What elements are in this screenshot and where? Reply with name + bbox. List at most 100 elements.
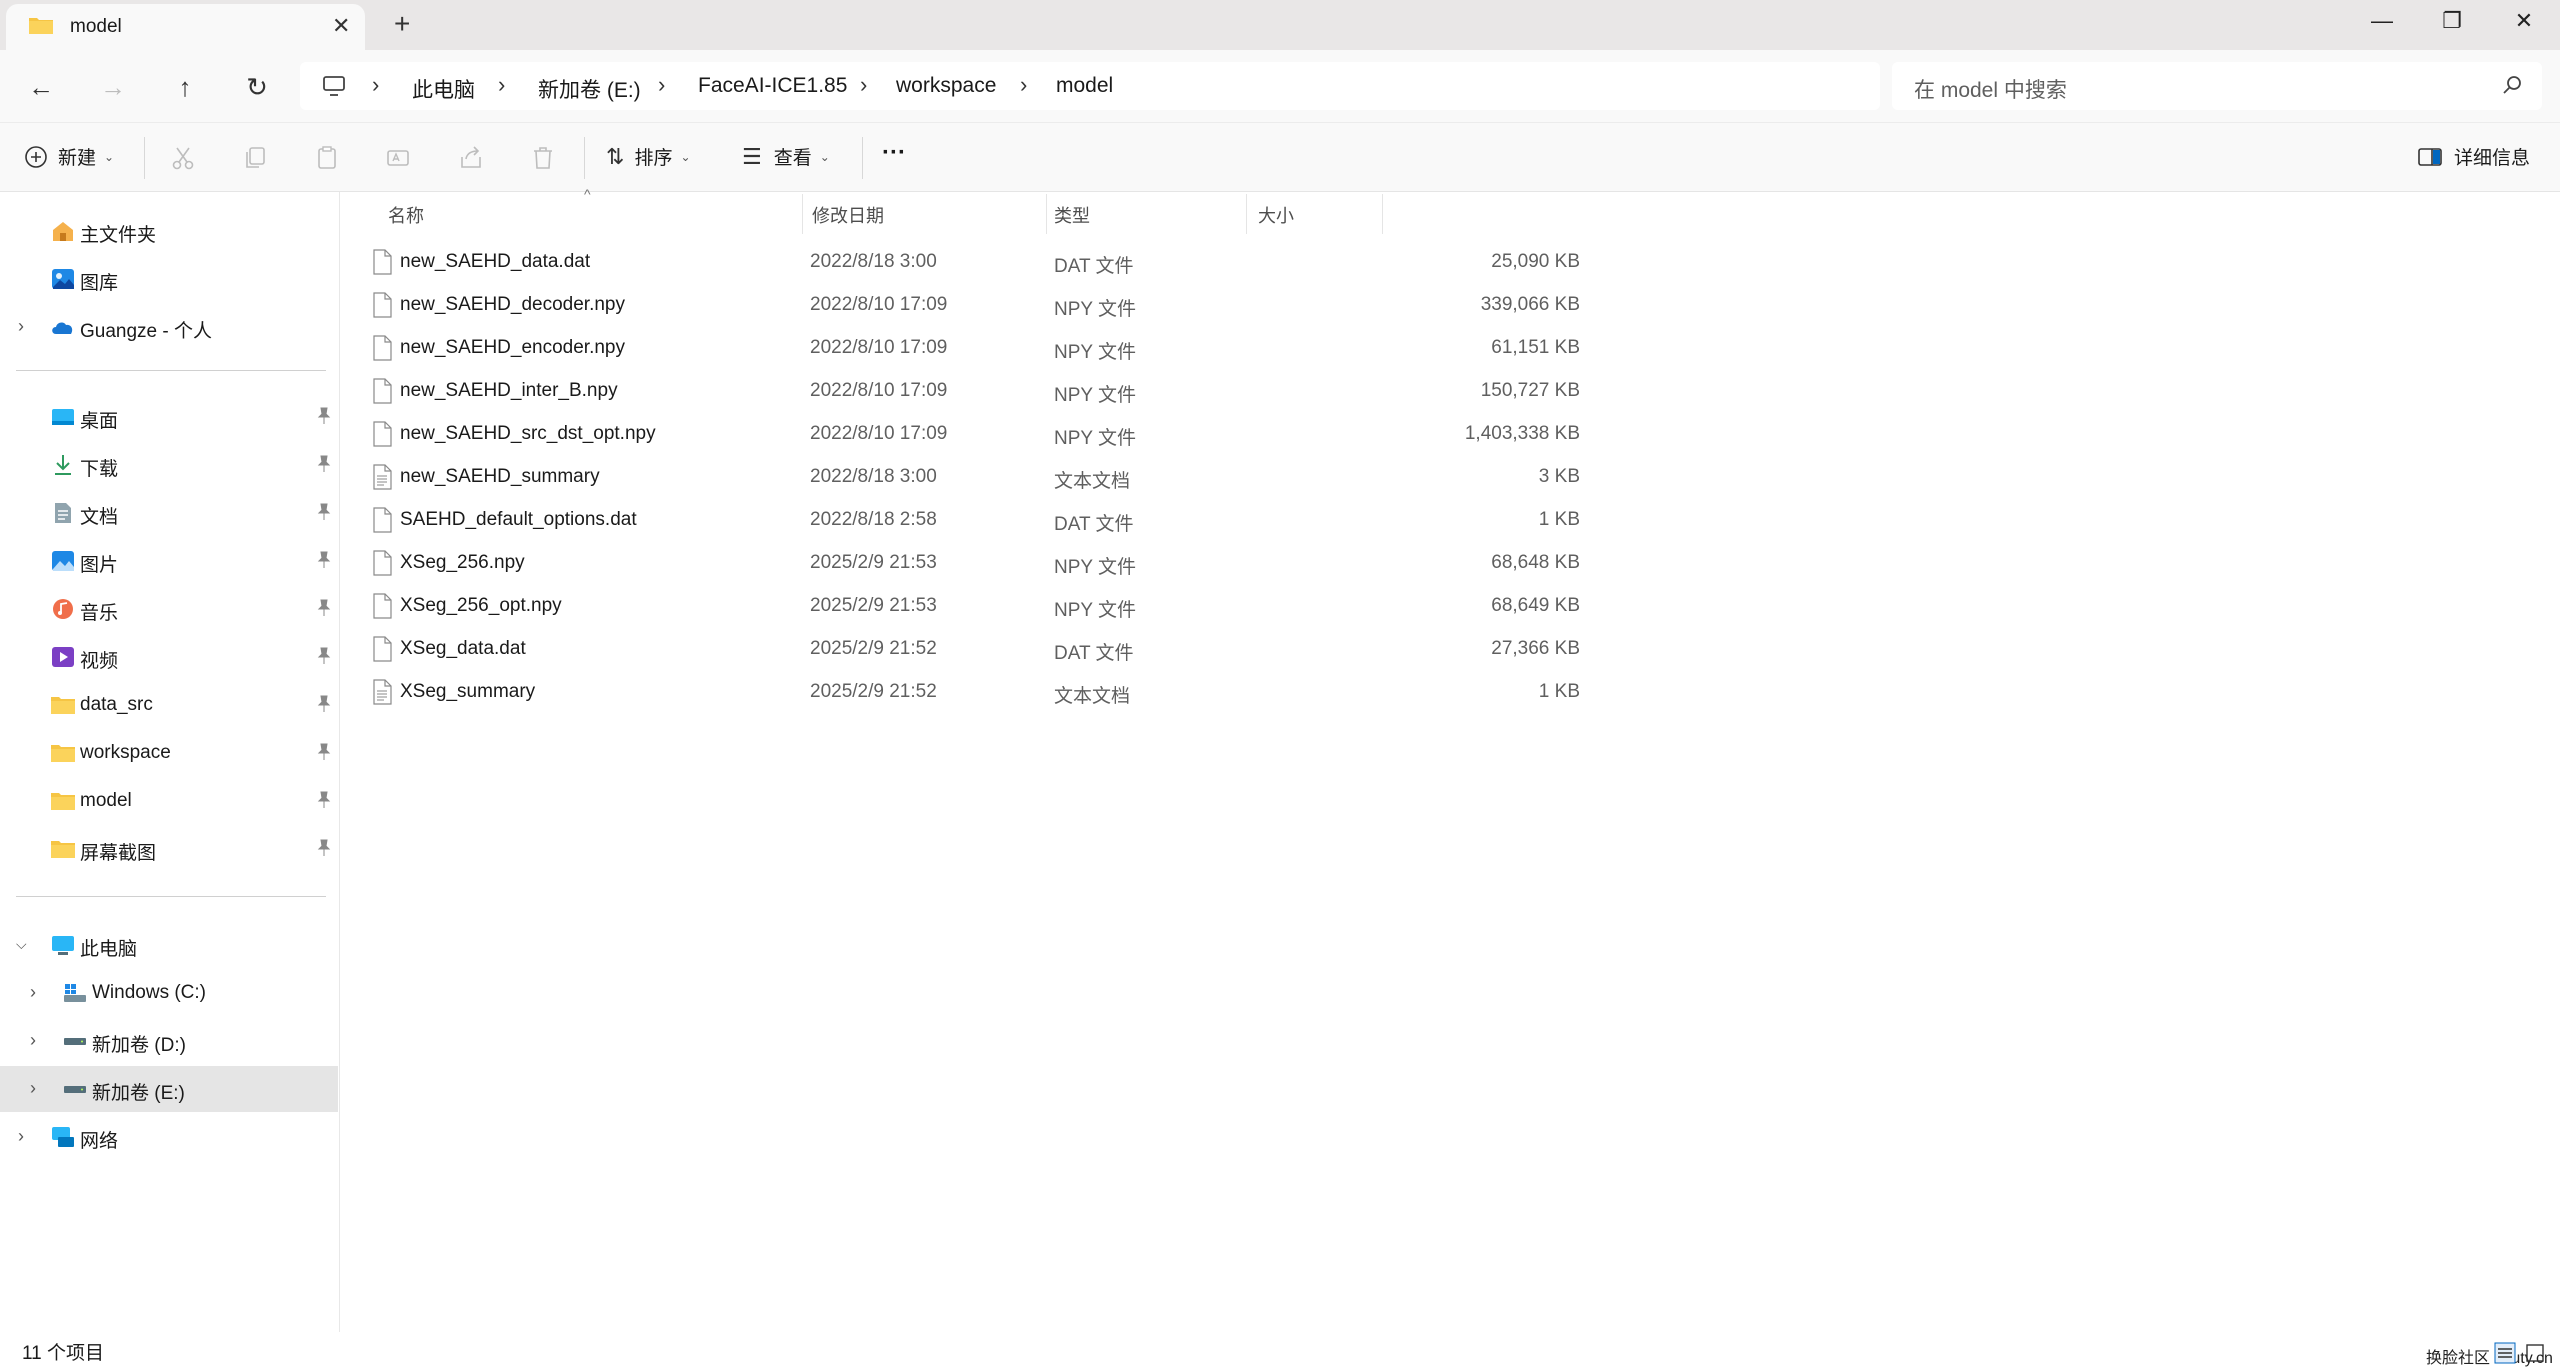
sidebar-item-downloads[interactable]: 下载 bbox=[0, 442, 338, 488]
tab-model[interactable]: model ✕ bbox=[6, 4, 365, 50]
divider bbox=[862, 137, 863, 179]
file-row[interactable]: new_SAEHD_src_dst_opt.npy 2022/8/10 17:09… bbox=[358, 412, 1728, 455]
forward-button[interactable]: → bbox=[96, 70, 130, 104]
column-divider[interactable] bbox=[1246, 194, 1247, 234]
restore-button[interactable]: ❐ bbox=[2432, 8, 2472, 34]
file-row[interactable]: XSeg_summary 2025/2/9 21:52 文本文档 1 KB bbox=[358, 670, 1728, 713]
sidebar-item-model[interactable]: model bbox=[0, 778, 338, 824]
computer-icon bbox=[52, 936, 74, 955]
file-row[interactable]: new_SAEHD_encoder.npy 2022/8/10 17:09 NPY … bbox=[358, 326, 1728, 369]
file-row[interactable]: XSeg_256.npy 2025/2/9 21:53 NPY 文件 68,648 K… bbox=[358, 541, 1728, 584]
new-button[interactable]: 新建 ⌄ bbox=[24, 143, 114, 170]
pin-icon[interactable] bbox=[316, 743, 332, 761]
rename-icon[interactable] bbox=[386, 145, 412, 171]
file-row[interactable]: SAEHD_default_options.dat 2022/8/18 2:58 D… bbox=[358, 498, 1728, 541]
chevron-down-icon[interactable]: ⌵ bbox=[16, 936, 27, 953]
breadcrumb-this-pc[interactable]: 此电脑 bbox=[412, 74, 475, 104]
new-button-label: 新建 bbox=[58, 148, 97, 169]
file-size: 25,090 KB bbox=[1491, 251, 1580, 272]
column-divider[interactable] bbox=[802, 194, 803, 234]
file-row[interactable]: new_SAEHD_data.dat 2022/8/18 3:00 DAT 文件 25… bbox=[358, 240, 1728, 283]
sidebar-item-onedrive[interactable]: › Guangze - 个人 bbox=[0, 304, 338, 350]
share-icon[interactable] bbox=[458, 145, 484, 171]
file-type: NPY 文件 bbox=[1054, 600, 1137, 621]
sidebar-item-music[interactable]: 音乐 bbox=[0, 586, 338, 632]
column-header-type[interactable]: 类型 bbox=[1054, 202, 1090, 228]
chevron-right-icon[interactable]: › bbox=[30, 982, 36, 1003]
file-row[interactable]: new_SAEHD_summary 2022/8/18 3:00 文本文档 3 KB bbox=[358, 455, 1728, 498]
file-date: 2025/2/9 21:53 bbox=[810, 552, 937, 573]
file-type: NPY 文件 bbox=[1054, 428, 1137, 449]
sidebar-item-drive-d[interactable]: › 新加卷 (D:) bbox=[0, 1018, 338, 1064]
pin-icon[interactable] bbox=[316, 791, 332, 809]
sidebar-item-documents[interactable]: 文档 bbox=[0, 490, 338, 536]
sidebar-item-drive-e[interactable]: › 新加卷 (E:) bbox=[0, 1066, 338, 1112]
search-input[interactable]: 在 model 中搜索 bbox=[1892, 62, 2542, 110]
text-file-icon bbox=[373, 464, 392, 490]
column-divider[interactable] bbox=[1046, 194, 1047, 234]
details-view-icon[interactable] bbox=[2494, 1342, 2516, 1364]
pin-icon[interactable] bbox=[316, 839, 332, 857]
view-button[interactable]: ☰ 查看 ⌄ bbox=[742, 143, 830, 170]
breadcrumb-drive-e[interactable]: 新加卷 (E:) bbox=[538, 74, 641, 104]
sidebar-item-home[interactable]: 主文件夹 bbox=[0, 208, 338, 254]
cut-icon[interactable] bbox=[170, 145, 196, 171]
pin-icon[interactable] bbox=[316, 407, 332, 425]
sidebar-item-data-src[interactable]: data_src bbox=[0, 682, 338, 728]
chevron-right-icon[interactable]: › bbox=[18, 1126, 24, 1147]
file-size: 68,649 KB bbox=[1491, 595, 1580, 616]
chevron-right-icon[interactable]: › bbox=[18, 316, 24, 337]
close-tab-icon[interactable]: ✕ bbox=[332, 15, 350, 37]
sidebar-item-screenshots[interactable]: 屏幕截图 bbox=[0, 826, 338, 872]
refresh-button[interactable]: ↻ bbox=[240, 70, 274, 104]
column-header-name[interactable]: 名称 bbox=[388, 202, 424, 228]
command-bar: 新建 ⌄ ⇅ 排序 ⌄ ☰ 查看 ⌄ ··· 详细信息 bbox=[0, 122, 2560, 192]
breadcrumb-workspace[interactable]: workspace bbox=[896, 74, 996, 98]
file-row[interactable]: new_SAEHD_decoder.npy 2022/8/10 17:09 NPY … bbox=[358, 283, 1728, 326]
delete-icon[interactable] bbox=[530, 145, 556, 171]
column-divider[interactable] bbox=[1382, 194, 1383, 234]
file-size: 1 KB bbox=[1538, 509, 1580, 530]
breadcrumb-separator: › bbox=[1020, 72, 1028, 97]
sidebar-item-label: 网络 bbox=[80, 1131, 119, 1152]
up-button[interactable]: ↑ bbox=[168, 70, 202, 104]
sidebar-item-this-pc[interactable]: ⌵ 此电脑 bbox=[0, 922, 338, 968]
column-header-size[interactable]: 大小 bbox=[1258, 202, 1294, 228]
sidebar-item-pictures[interactable]: 图片 bbox=[0, 538, 338, 584]
address-bar[interactable]: › 此电脑 › 新加卷 (E:) › FaceAI-ICE1.85 › work… bbox=[300, 62, 1880, 110]
breadcrumb-separator: › bbox=[372, 72, 380, 97]
sidebar-item-videos[interactable]: 视频 bbox=[0, 634, 338, 680]
pin-icon[interactable] bbox=[316, 647, 332, 665]
sidebar-item-network[interactable]: › 网络 bbox=[0, 1114, 338, 1160]
copy-icon[interactable] bbox=[242, 145, 268, 171]
chevron-right-icon[interactable]: › bbox=[30, 1078, 36, 1099]
pin-icon[interactable] bbox=[316, 503, 332, 521]
breadcrumb-faceai[interactable]: FaceAI-ICE1.85 bbox=[698, 74, 847, 98]
file-row[interactable]: XSeg_256_opt.npy 2025/2/9 21:53 NPY 文件 68,6… bbox=[358, 584, 1728, 627]
more-options-button[interactable]: ··· bbox=[882, 139, 906, 167]
file-name: XSeg_256_opt.npy bbox=[400, 595, 562, 616]
sidebar-item-drive-c[interactable]: › Windows (C:) bbox=[0, 970, 338, 1016]
sort-button[interactable]: ⇅ 排序 ⌄ bbox=[606, 143, 691, 170]
sidebar-item-desktop[interactable]: 桌面 bbox=[0, 394, 338, 440]
new-tab-button[interactable]: + bbox=[394, 10, 410, 38]
details-pane-button[interactable]: 详细信息 bbox=[2418, 143, 2530, 170]
pin-icon[interactable] bbox=[316, 695, 332, 713]
breadcrumb-model[interactable]: model bbox=[1056, 74, 1113, 98]
tiles-view-icon[interactable] bbox=[2524, 1342, 2546, 1364]
close-window-button[interactable]: ✕ bbox=[2504, 8, 2544, 34]
chevron-right-icon[interactable]: › bbox=[30, 1030, 36, 1051]
pin-icon[interactable] bbox=[316, 599, 332, 617]
sidebar-item-workspace[interactable]: workspace bbox=[0, 730, 338, 776]
column-header-date[interactable]: 修改日期 bbox=[812, 202, 884, 228]
file-row[interactable]: XSeg_data.dat 2025/2/9 21:52 DAT 文件 27,366 … bbox=[358, 627, 1728, 670]
sidebar-item-gallery[interactable]: 图库 bbox=[0, 256, 338, 302]
pin-icon[interactable] bbox=[316, 551, 332, 569]
paste-icon[interactable] bbox=[314, 145, 340, 171]
pin-icon[interactable] bbox=[316, 455, 332, 473]
file-row[interactable]: new_SAEHD_inter_B.npy 2022/8/10 17:09 NPY … bbox=[358, 369, 1728, 412]
sidebar-item-label: 桌面 bbox=[80, 411, 119, 432]
back-button[interactable]: ← bbox=[24, 70, 58, 104]
minimize-button[interactable]: — bbox=[2362, 8, 2402, 34]
drive-icon bbox=[64, 1086, 86, 1093]
